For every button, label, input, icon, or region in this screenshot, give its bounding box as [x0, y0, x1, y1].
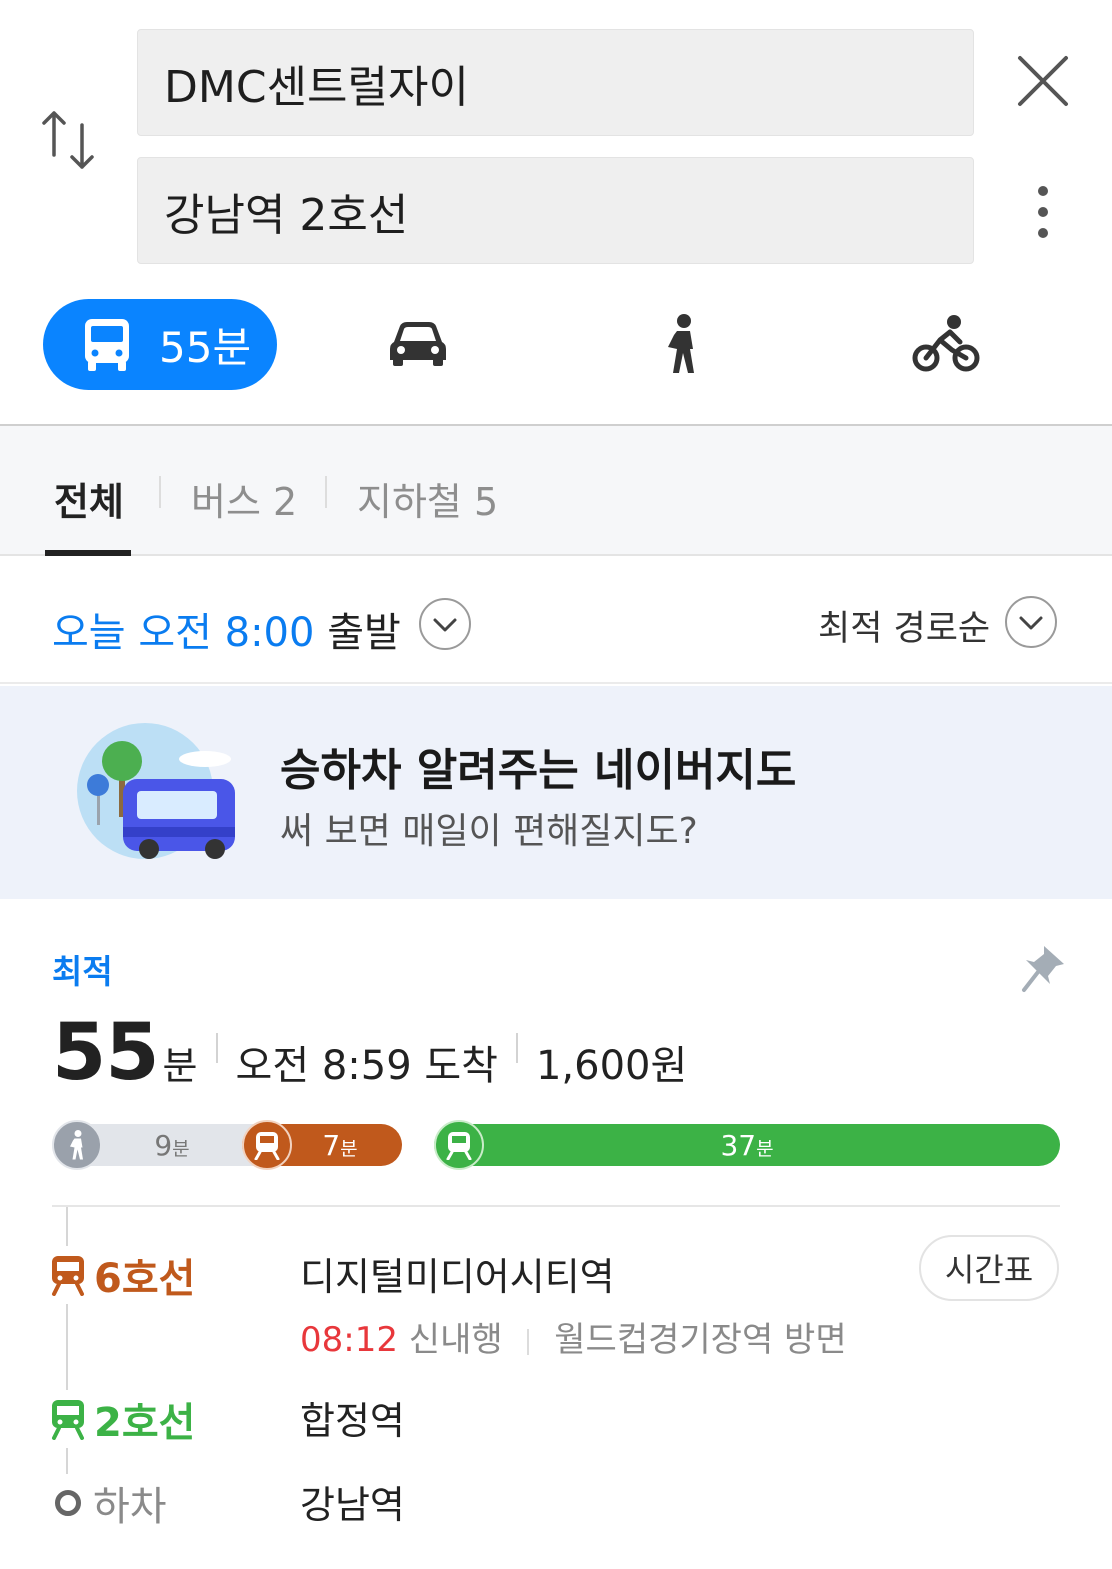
subway-icon [254, 1132, 280, 1160]
tab-all[interactable]: 전체 [54, 471, 124, 526]
origin-input[interactable]: DMC센트럴자이 [137, 29, 974, 136]
departure-row: 오늘 오전 8:00 출발 최적 경로순 [0, 556, 1112, 684]
chevron-down-icon [433, 618, 457, 632]
station-name[interactable]: 합정역 [300, 1390, 405, 1445]
summary-separator [215, 1033, 218, 1063]
line2-segment-icon [434, 1120, 484, 1170]
walk-segment-time: 9분 [154, 1128, 190, 1162]
swap-direction-icon[interactable] [40, 105, 98, 175]
train-arrival-time: 08:12 [300, 1320, 398, 1360]
tab-separator [325, 476, 327, 508]
destination-input-value: 강남역 2호선 [164, 189, 409, 241]
station-name[interactable]: 디지털미디어시티역 [300, 1246, 615, 1301]
tab-separator [159, 476, 161, 508]
line2-segment: 37분 [434, 1124, 1060, 1166]
tab-bus[interactable]: 버스 2 [191, 471, 297, 526]
close-icon[interactable] [1016, 54, 1070, 108]
route-duration-unit: 분 [162, 1044, 198, 1088]
walk-icon [70, 1130, 83, 1160]
route-filter-tabs: 전체 버스 2 지하철 5 [0, 426, 1112, 556]
step-line6: 6호선 [50, 1246, 196, 1304]
subway-icon [52, 1400, 84, 1440]
walk-icon[interactable] [660, 313, 704, 375]
more-options-icon[interactable] [1030, 183, 1056, 241]
bicycle-icon[interactable] [912, 314, 980, 374]
train-direction: 신내행 [408, 1320, 503, 1360]
step-line2: 2호선 [50, 1390, 196, 1448]
chevron-down-icon [1019, 616, 1043, 630]
arrival-time: 오전 8:59 도착 [235, 1043, 498, 1089]
station-name[interactable]: 강남역 [300, 1474, 405, 1529]
departure-time-value: 오늘 오전 8:00 [52, 610, 315, 656]
line6-segment-time: 7분 [322, 1128, 358, 1162]
line6-segment-icon [242, 1120, 292, 1170]
sort-dropdown[interactable] [1005, 596, 1057, 648]
subway-icon [52, 1256, 84, 1296]
pin-icon[interactable] [1020, 942, 1068, 994]
route-divider [52, 1205, 1060, 1207]
step-line-name: 2호선 [94, 1400, 196, 1446]
banner-subtitle: 써 보면 매일이 편해질지도? [280, 811, 698, 852]
route-duration: 55 [52, 1008, 160, 1098]
destination-input[interactable]: 강남역 2호선 [137, 157, 974, 264]
route-segment-bar: 9분 7분 37분 [52, 1120, 1060, 1170]
best-route-tag: 최적 [52, 952, 113, 991]
step-line-name: 6호선 [94, 1256, 196, 1302]
search-header: DMC센트럴자이 강남역 2호선 55분 [0, 0, 1112, 425]
car-icon[interactable] [388, 318, 448, 368]
departure-dropdown[interactable] [419, 598, 471, 650]
transit-mode-time: 55분 [159, 323, 252, 372]
timetable-button[interactable]: 시간표 [919, 1235, 1059, 1301]
promo-banner[interactable]: 승하차 알려주는 네이버지도 써 보면 매일이 편해질지도? [0, 686, 1112, 899]
detail-separator [527, 1328, 530, 1355]
walk-segment-icon [52, 1120, 102, 1170]
summary-separator [515, 1033, 518, 1063]
bus-icon [85, 318, 129, 371]
transit-mode-button[interactable]: 55분 [43, 299, 277, 390]
step-get-off: 하차 [50, 1474, 167, 1532]
step-line-name: 하차 [93, 1484, 167, 1530]
sort-label[interactable]: 최적 경로순 [818, 600, 990, 651]
bus-illustration-icon [77, 723, 235, 859]
route-summary: 55 분 오전 8:59 도착 1,600원 [52, 1008, 688, 1098]
departure-time-suffix: 출발 [327, 610, 401, 656]
route-fare: 1,600원 [535, 1043, 688, 1089]
train-platform: 월드컵경기장역 방면 [554, 1320, 847, 1360]
banner-title: 승하차 알려주는 네이버지도 [280, 745, 797, 796]
subway-icon [446, 1132, 472, 1160]
train-detail: 08:12 신내행 월드컵경기장역 방면 [300, 1312, 847, 1361]
departure-time[interactable]: 오늘 오전 8:00 출발 [52, 600, 401, 658]
origin-input-value: DMC센트럴자이 [164, 61, 469, 113]
get-off-ring-icon [55, 1490, 81, 1516]
line2-segment-time: 37분 [720, 1128, 774, 1162]
tab-subway[interactable]: 지하철 5 [357, 471, 498, 526]
